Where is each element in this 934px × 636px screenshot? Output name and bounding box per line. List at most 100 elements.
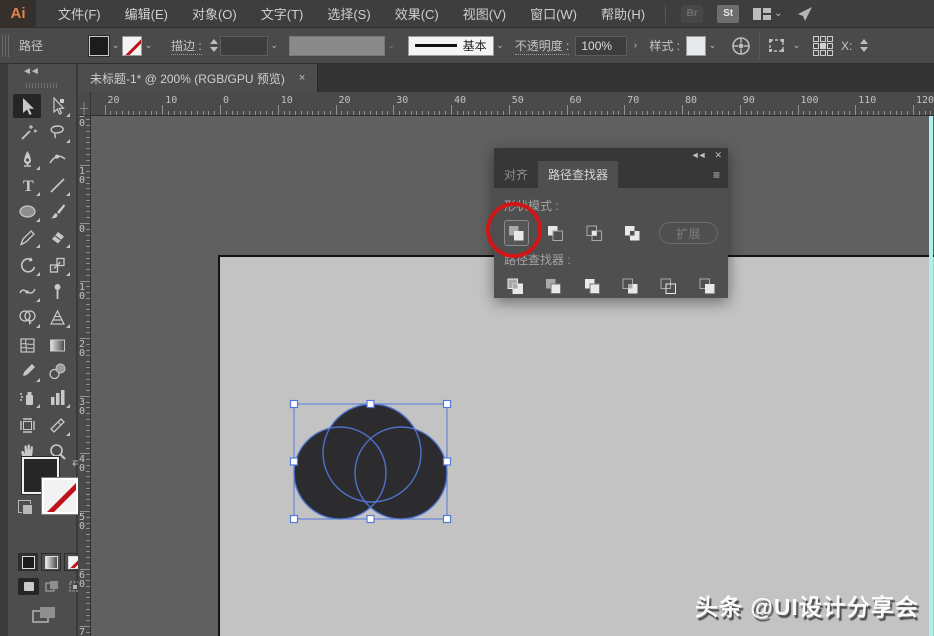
pathfinder-crop-button[interactable]: [619, 274, 641, 298]
tool-gradient[interactable]: [43, 333, 71, 357]
shape-mode-intersect-button[interactable]: [582, 220, 607, 246]
gradient-button[interactable]: [41, 553, 61, 571]
variable-width-profile[interactable]: 基本: [407, 35, 494, 56]
tool-artboard[interactable]: [13, 413, 41, 437]
expand-button[interactable]: 扩展: [658, 222, 719, 244]
pathfinder-divide-button[interactable]: [504, 274, 526, 298]
chevron-down-icon[interactable]: ⌄: [268, 36, 281, 56]
toolbar-grip[interactable]: [26, 83, 58, 88]
pathfinder-minus-back-button[interactable]: [696, 274, 718, 298]
opacity-label[interactable]: 不透明度 :: [514, 37, 570, 55]
tool-perspective-grid[interactable]: [43, 305, 71, 329]
menu-item-4[interactable]: 文字(T): [249, 0, 316, 28]
isolate-selection-icon[interactable]: [768, 37, 790, 55]
tool-direct-selection[interactable]: [43, 94, 71, 118]
chevron-down-icon[interactable]: ⌄: [494, 36, 507, 56]
app-logo-icon[interactable]: Ai: [0, 0, 36, 27]
tool-mesh[interactable]: [13, 333, 41, 357]
tool-eraser[interactable]: [43, 225, 71, 249]
tool-blend[interactable]: [43, 359, 71, 383]
tool-width[interactable]: [13, 279, 41, 303]
tool-puppet-warp[interactable]: [43, 279, 71, 303]
chevron-down-icon[interactable]: ⌄: [109, 36, 122, 56]
panel-collapse-icon[interactable]: ◄◄: [691, 150, 707, 160]
menu-item-9[interactable]: 帮助(H): [589, 0, 657, 28]
bridge-icon[interactable]: Br: [681, 4, 704, 23]
tool-symbol-sprayer[interactable]: [13, 385, 41, 409]
chevron-down-icon[interactable]: ⌄: [706, 36, 719, 56]
vertical-ruler[interactable]: 2 01 001 02 03 04 05 06 07 0: [78, 116, 91, 636]
menu-item-2[interactable]: 编辑(E): [113, 0, 180, 28]
tool-line-segment[interactable]: [43, 173, 71, 197]
shape-mode-minus-front-button[interactable]: [543, 220, 568, 246]
shape-mode-exclude-button[interactable]: [620, 220, 645, 246]
unite-icon: [509, 226, 524, 241]
slice-icon: [49, 417, 65, 433]
tab-close-icon[interactable]: ×: [299, 72, 305, 84]
stroke-proxy[interactable]: [41, 477, 79, 515]
tool-lasso[interactable]: [43, 120, 71, 144]
tool-shape-builder[interactable]: [13, 305, 41, 329]
controlbar-grip[interactable]: [2, 34, 9, 57]
direct-selection-icon: [52, 96, 65, 115]
panel-close-icon[interactable]: ✕: [714, 150, 722, 161]
tab-pathfinder[interactable]: 路径查找器: [538, 161, 619, 188]
pathfinder-merge-button[interactable]: [581, 274, 603, 298]
menu-item-1[interactable]: 文件(F): [46, 0, 113, 28]
stroke-weight-stepper[interactable]: [209, 36, 218, 56]
pathfinder-trim-button[interactable]: [542, 274, 564, 298]
share-rocket-icon[interactable]: [796, 6, 814, 22]
tool-rotate[interactable]: [13, 253, 41, 277]
toolbar-collapse-icon[interactable]: ◄◄: [22, 66, 40, 77]
chevron-down-icon[interactable]: ⌄: [790, 36, 803, 56]
merge-icon: [584, 279, 600, 294]
tool-curvature[interactable]: [43, 147, 71, 171]
workspace-switcher-icon[interactable]: ⌄: [753, 7, 782, 21]
opacity-expand-arrow[interactable]: ›: [627, 36, 643, 56]
menu-item-5[interactable]: 选择(S): [315, 0, 382, 28]
tool-eyedropper[interactable]: [13, 359, 41, 383]
style-label: 样式 :: [649, 39, 681, 53]
scale-icon: [49, 257, 65, 273]
tool-type[interactable]: T: [13, 173, 41, 197]
tab-align[interactable]: 对齐: [494, 161, 538, 188]
stroke-weight-field[interactable]: [219, 35, 268, 56]
ruler-origin-corner[interactable]: ┼: [78, 92, 91, 116]
menu-item-6[interactable]: 效果(C): [383, 0, 451, 28]
stroke-weight-label[interactable]: 描边 :: [171, 37, 202, 55]
graphic-style-swatch[interactable]: [686, 35, 707, 56]
perspective-grid-icon: [49, 309, 65, 325]
screen-mode-button[interactable]: [30, 604, 60, 628]
chevron-down-icon[interactable]: ⌄: [142, 36, 155, 56]
shape-builder-icon: [18, 309, 36, 325]
stroke-color-swatch[interactable]: [122, 35, 143, 56]
tool-paintbrush[interactable]: [43, 199, 71, 223]
tool-column-graph[interactable]: [43, 385, 71, 409]
tool-slice[interactable]: [43, 413, 71, 437]
document-tab[interactable]: 未标题-1* @ 200% (RGB/GPU 预览) ×: [78, 64, 319, 92]
recolor-artwork-icon[interactable]: [731, 36, 751, 56]
pathfinder-outline-button[interactable]: [657, 274, 679, 298]
reference-point-locator[interactable]: [813, 35, 834, 56]
opacity-field[interactable]: 100%: [575, 35, 628, 56]
draw-normal-button[interactable]: [18, 578, 39, 595]
tool-magic-wand[interactable]: [13, 120, 41, 144]
menu-item-7[interactable]: 视图(V): [451, 0, 518, 28]
selection-handle: [366, 514, 375, 524]
tool-scale[interactable]: [43, 253, 71, 277]
tool-selection[interactable]: [13, 94, 41, 118]
tool-pen[interactable]: [13, 147, 41, 171]
tool-pencil[interactable]: [13, 225, 41, 249]
tool-ellipse[interactable]: [13, 199, 41, 223]
panel-menu-icon[interactable]: ≡: [713, 168, 720, 182]
default-fill-stroke-icon[interactable]: [18, 500, 33, 515]
shape-mode-unite-button[interactable]: [504, 220, 529, 246]
fill-color-swatch[interactable]: [88, 34, 111, 57]
menu-item-3[interactable]: 对象(O): [180, 0, 249, 28]
draw-behind-button[interactable]: [41, 578, 62, 595]
menu-item-8[interactable]: 窗口(W): [518, 0, 589, 28]
horizontal-ruler[interactable]: 20 10 0 10 20 30 40 50 60 70 80 90 100 110 120: [91, 92, 934, 116]
x-coordinate-stepper[interactable]: [860, 36, 869, 56]
color-button[interactable]: [18, 553, 38, 571]
stock-icon[interactable]: St: [717, 4, 740, 23]
